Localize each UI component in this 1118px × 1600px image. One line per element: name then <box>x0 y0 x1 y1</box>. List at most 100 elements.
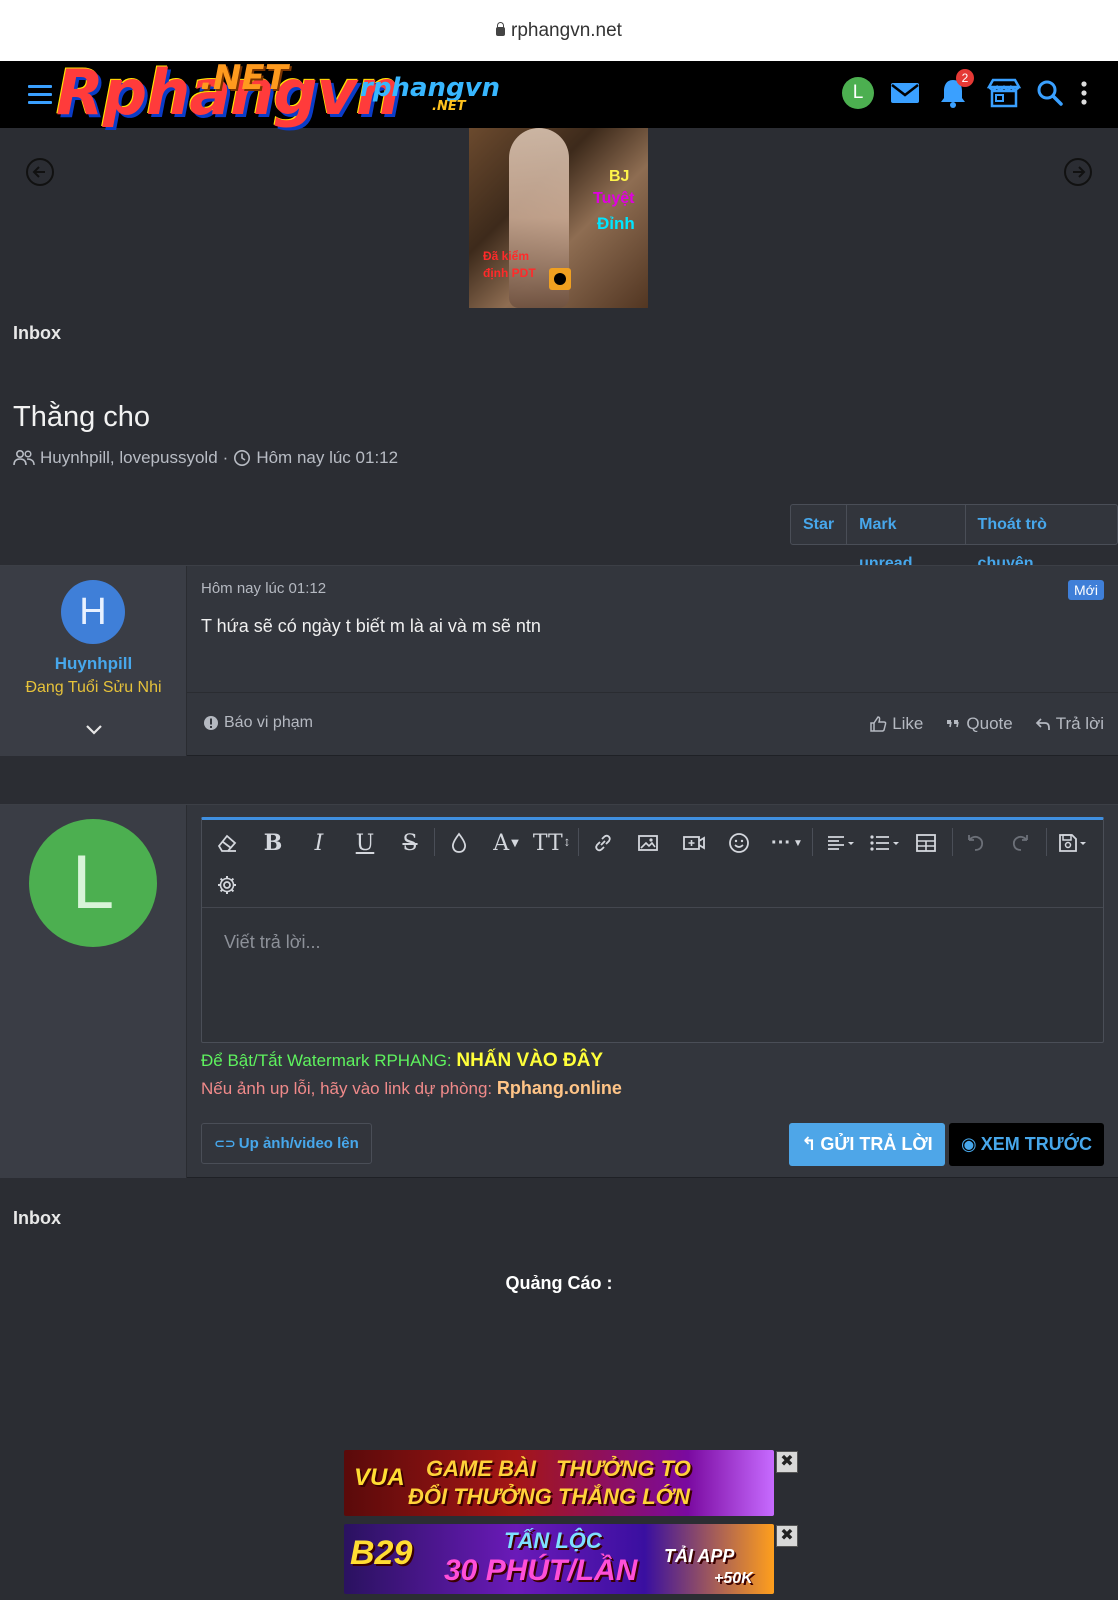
clock-icon <box>234 450 251 466</box>
watermark-toggle-link[interactable]: NHẤN VÀO ĐÂY <box>456 1050 603 1071</box>
new-badge: Mới <box>1068 580 1104 600</box>
underline-icon[interactable]: U <box>348 826 382 860</box>
link-icon: ⊂⊃ <box>214 1136 236 1151</box>
toolbar-separator <box>434 828 435 856</box>
ad-brand: VUA <box>354 1464 405 1491</box>
quote-button[interactable]: Quote <box>945 714 1013 734</box>
like-button[interactable]: Like <box>869 714 923 734</box>
leave-conversation-button[interactable]: Thoát trò chuyện <box>966 505 1117 572</box>
page-title: Thằng cho <box>13 401 151 433</box>
alert-icon <box>204 716 218 730</box>
ad-text: THƯỞNG TO <box>556 1456 691 1481</box>
reply-icon: ↰ <box>801 1134 817 1154</box>
banner-ad-image[interactable]: BJ Tuyệt Đỉnh Đã kiểm định PDT <box>469 128 648 308</box>
undo-icon[interactable] <box>958 826 992 860</box>
lock-icon <box>496 22 506 36</box>
color-drop-icon[interactable] <box>442 826 476 860</box>
banner-badge <box>549 268 571 290</box>
toolbar-separator <box>952 828 953 856</box>
toolbar-separator <box>812 828 813 856</box>
smiley-icon[interactable] <box>722 826 756 860</box>
ad-text: GAME BÀI <box>426 1456 536 1481</box>
star-button[interactable]: Star <box>791 505 848 544</box>
close-icon[interactable]: ✖ <box>776 1525 798 1547</box>
ad-text: +50K <box>714 1570 753 1587</box>
url-text: rphangvn.net <box>511 19 622 41</box>
banner-text: BJ <box>609 168 630 185</box>
preview-button[interactable]: ◉ XEM TRƯỚC <box>949 1123 1104 1166</box>
message-actions: Like Quote Trả lời <box>847 714 1104 734</box>
browser-url-bar[interactable]: rphangvn.net <box>0 0 1118 61</box>
strikethrough-icon[interactable]: S <box>393 826 427 860</box>
link-icon[interactable] <box>586 826 620 860</box>
rich-text-editor[interactable]: B I U S A ▼ TT ↕ ··· ▼ Viết trả lời... <box>201 817 1104 1043</box>
ad-banner-2[interactable]: B29 TẤN LỘC 30 PHÚT/LẦN TẢI APP +50K <box>344 1524 774 1594</box>
user-avatar[interactable]: L <box>842 77 874 109</box>
thumbs-up-icon <box>870 716 887 732</box>
watermark-toggle-note: Để Bật/Tắt Watermark RPHANG: NHẤN VÀO ĐÂ… <box>201 1050 604 1071</box>
quote-icon <box>947 720 960 728</box>
mark-unread-button[interactable]: Mark unread <box>847 505 966 572</box>
message-body: T hứa sẽ có ngày t biết m là ai và m sẽ … <box>201 616 541 636</box>
notification-badge: 2 <box>956 69 974 87</box>
gear-icon[interactable] <box>210 868 244 902</box>
ad-text: TẢI APP <box>664 1546 735 1566</box>
ad-text: ĐỔI THƯỞNG THẮNG LỚN <box>408 1484 690 1509</box>
image-icon[interactable] <box>631 826 665 860</box>
avatar[interactable]: L <box>29 819 157 947</box>
ads-label: Quảng Cáo : <box>505 1273 613 1293</box>
report-link[interactable]: Báo vi phạm <box>203 714 313 732</box>
slider-next-icon[interactable] <box>1064 158 1092 186</box>
site-logo-small: rphangvn <box>360 73 501 103</box>
conversation-time: Hôm nay lúc 01:12 <box>256 448 399 467</box>
menu-icon[interactable] <box>28 85 52 105</box>
banner-text: Đỉnh <box>597 214 635 233</box>
send-reply-button[interactable]: ↰ GỬI TRẢ LỜI <box>789 1123 945 1166</box>
close-icon[interactable]: ✖ <box>776 1451 798 1473</box>
users-icon <box>13 449 35 466</box>
font-size-icon[interactable]: TT ↕ <box>532 826 572 860</box>
ad-text: 30 PHÚT/LẦN <box>444 1554 638 1587</box>
toolbar-separator <box>578 828 579 856</box>
upload-media-button[interactable]: ⊂⊃ Up ảnh/video lên <box>201 1123 372 1164</box>
save-draft-icon[interactable] <box>1052 826 1094 860</box>
reply-form: L B I U S A ▼ TT ↕ ··· ▼ Viết trả lời...… <box>0 804 1118 1178</box>
avatar[interactable]: H <box>61 580 125 644</box>
site-header: Rphangvn rphangvn .NET L 2 <box>0 57 1118 129</box>
list-icon[interactable] <box>864 826 906 860</box>
video-icon[interactable] <box>677 826 711 860</box>
store-icon[interactable] <box>985 75 1022 111</box>
breadcrumb[interactable]: Inbox <box>13 323 61 344</box>
italic-icon[interactable]: I <box>302 826 336 860</box>
more-vertical-icon[interactable] <box>1074 75 1094 111</box>
font-family-icon[interactable]: A ▼ <box>486 826 526 860</box>
bold-icon[interactable]: B <box>256 826 290 860</box>
redo-icon[interactable] <box>1004 826 1038 860</box>
message-time[interactable]: Hôm nay lúc 01:12 <box>201 580 326 597</box>
ad-brand: B29 <box>350 1534 413 1572</box>
reply-button[interactable]: Trả lời <box>1035 714 1104 734</box>
participants[interactable]: Huynhpill, lovepussyold <box>40 448 218 468</box>
breadcrumb[interactable]: Inbox <box>13 1208 61 1229</box>
eraser-icon[interactable] <box>210 826 244 860</box>
table-icon[interactable] <box>909 826 943 860</box>
message-author[interactable]: Huynhpill <box>0 654 187 674</box>
message-user-panel: H Huynhpill Đang Tuổi Sửu Nhi <box>0 566 187 756</box>
message-post: H Huynhpill Đang Tuổi Sửu Nhi Hôm nay lú… <box>0 565 1118 756</box>
banner-text: Đã kiểm định PDT <box>483 249 536 280</box>
site-logo-suffix: .NET <box>200 58 288 98</box>
reply-user-panel: L <box>0 805 187 1178</box>
chevron-down-icon[interactable] <box>84 722 104 741</box>
more-options-icon[interactable]: ··· ▼ <box>766 826 808 860</box>
mail-icon[interactable] <box>887 75 923 111</box>
ad-banner-1[interactable]: VUA GAME BÀI THƯỞNG TO ĐỔI THƯỞNG THẮNG … <box>344 1450 774 1516</box>
reply-input[interactable]: Viết trả lời... <box>224 932 321 953</box>
align-icon[interactable] <box>820 826 862 860</box>
toolbar-separator <box>1046 828 1047 856</box>
divider <box>187 692 1118 693</box>
backup-link-note: Nếu ảnh up lỗi, hãy vào link dự phòng: R… <box>201 1078 622 1098</box>
backup-link[interactable]: Rphang.online <box>497 1078 622 1098</box>
slider-prev-icon[interactable] <box>26 158 54 186</box>
eye-icon: ◉ <box>960 1134 977 1154</box>
search-icon[interactable] <box>1032 75 1068 111</box>
